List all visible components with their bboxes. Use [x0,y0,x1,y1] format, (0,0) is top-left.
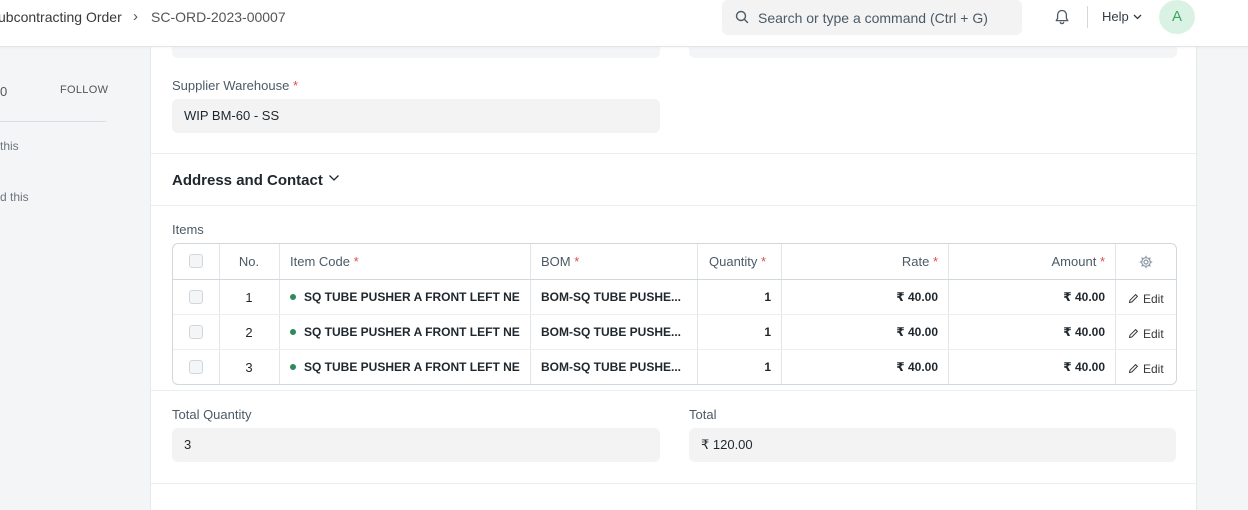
total-quantity-label: Total Quantity [172,407,252,422]
table-row[interactable]: 2 SQ TUBE PUSHER A FRONT LEFT NEW BOM-SQ… [173,314,1176,349]
row-no: 2 [245,325,253,340]
search-bar[interactable]: Search or type a command (Ctrl + G) [722,0,1022,35]
row-amount: ₹ 40.00 [1063,290,1105,304]
edit-row-button[interactable]: Edit [1128,280,1164,315]
row-quantity[interactable]: 1 [709,350,771,384]
search-placeholder: Search or type a command (Ctrl + G) [758,10,988,26]
follow-button[interactable]: FOLLOW [60,84,108,96]
select-all-checkbox[interactable] [189,254,203,268]
chevron-down-icon[interactable] [328,174,340,182]
row-rate[interactable]: ₹ 40.00 [783,350,938,384]
row-checkbox[interactable] [189,325,203,339]
items-table: No. Item Code * BOM * Quantity * Rate * … [172,243,1177,385]
edit-row-button[interactable]: Edit [1128,315,1164,350]
supplier-warehouse-label: Supplier Warehouse * [172,78,298,93]
supplier-warehouse-field[interactable]: WIP BM-60 - SS [172,99,660,133]
status-dot [290,363,296,370]
header-quantity: Quantity * [709,254,767,269]
breadcrumb-separator: › [133,8,138,25]
section-divider [151,205,1196,206]
header-amount: Amount * [1051,254,1106,269]
sidebar-text-1: this [0,139,19,153]
row-item-code[interactable]: SQ TUBE PUSHER A FRONT LEFT NEW [290,350,520,384]
header-rate: Rate * [901,254,938,269]
edit-row-button[interactable]: Edit [1128,350,1164,384]
row-no: 1 [245,290,253,305]
section-divider [151,390,1196,391]
row-no: 3 [245,360,253,375]
section-divider [151,153,1196,154]
row-quantity[interactable]: 1 [709,315,771,350]
table-header-row: No. Item Code * BOM * Quantity * Rate * … [173,244,1176,279]
breadcrumb-current-doc[interactable]: SC-ORD-2023-00007 [151,9,286,25]
pencil-icon [1128,329,1139,339]
row-checkbox[interactable] [189,290,203,304]
row-rate[interactable]: ₹ 40.00 [783,315,938,350]
header-bom: BOM * [541,254,580,269]
status-dot [290,293,296,300]
table-row[interactable]: 1 SQ TUBE PUSHER A FRONT LEFT NEW BOM-SQ… [173,279,1176,314]
gear-icon[interactable] [1139,255,1153,269]
table-row[interactable]: 3 SQ TUBE PUSHER A FRONT LEFT NEW BOM-SQ… [173,349,1176,384]
row-rate[interactable]: ₹ 40.00 [783,280,938,315]
row-checkbox[interactable] [189,360,203,374]
sidebar-divider [0,121,106,122]
total-field: ₹ 120.00 [689,428,1176,462]
breadcrumb-subcontracting-order[interactable]: ubcontracting Order [0,9,122,25]
navbar-divider [1087,6,1088,28]
row-bom[interactable]: BOM-SQ TUBE PUSHE... [541,315,691,350]
user-avatar[interactable]: A [1159,0,1195,34]
row-item-code[interactable]: SQ TUBE PUSHER A FRONT LEFT NEW [290,280,520,315]
pencil-icon [1128,294,1139,304]
sidebar-text-2: d this [0,190,29,204]
row-amount: ₹ 40.00 [1063,325,1105,339]
search-icon [735,10,749,24]
top-navbar: ubcontracting Order › SC-ORD-2023-00007 … [0,0,1248,47]
chevron-down-icon[interactable] [1133,14,1142,20]
section-divider [151,483,1196,484]
total-quantity-field: 3 [172,428,660,462]
row-bom[interactable]: BOM-SQ TUBE PUSHE... [541,280,691,315]
row-bom[interactable]: BOM-SQ TUBE PUSHE... [541,350,691,384]
row-item-code[interactable]: SQ TUBE PUSHER A FRONT LEFT NEW [290,315,520,350]
help-menu[interactable]: Help [1102,9,1129,24]
header-no: No. [238,254,260,269]
form-card: Supplier Warehouse * WIP BM-60 - SS Addr… [150,40,1197,510]
row-quantity[interactable]: 1 [709,280,771,315]
notification-bell-icon[interactable] [1053,8,1071,26]
items-label: Items [172,222,204,237]
sidebar-follow-count: 0 [0,84,8,99]
total-label: Total [689,407,717,422]
header-item-code: Item Code * [290,254,359,269]
address-contact-section-title[interactable]: Address and Contact [172,172,323,189]
status-dot [290,328,296,335]
row-amount: ₹ 40.00 [1063,360,1105,374]
pencil-icon [1128,364,1139,374]
